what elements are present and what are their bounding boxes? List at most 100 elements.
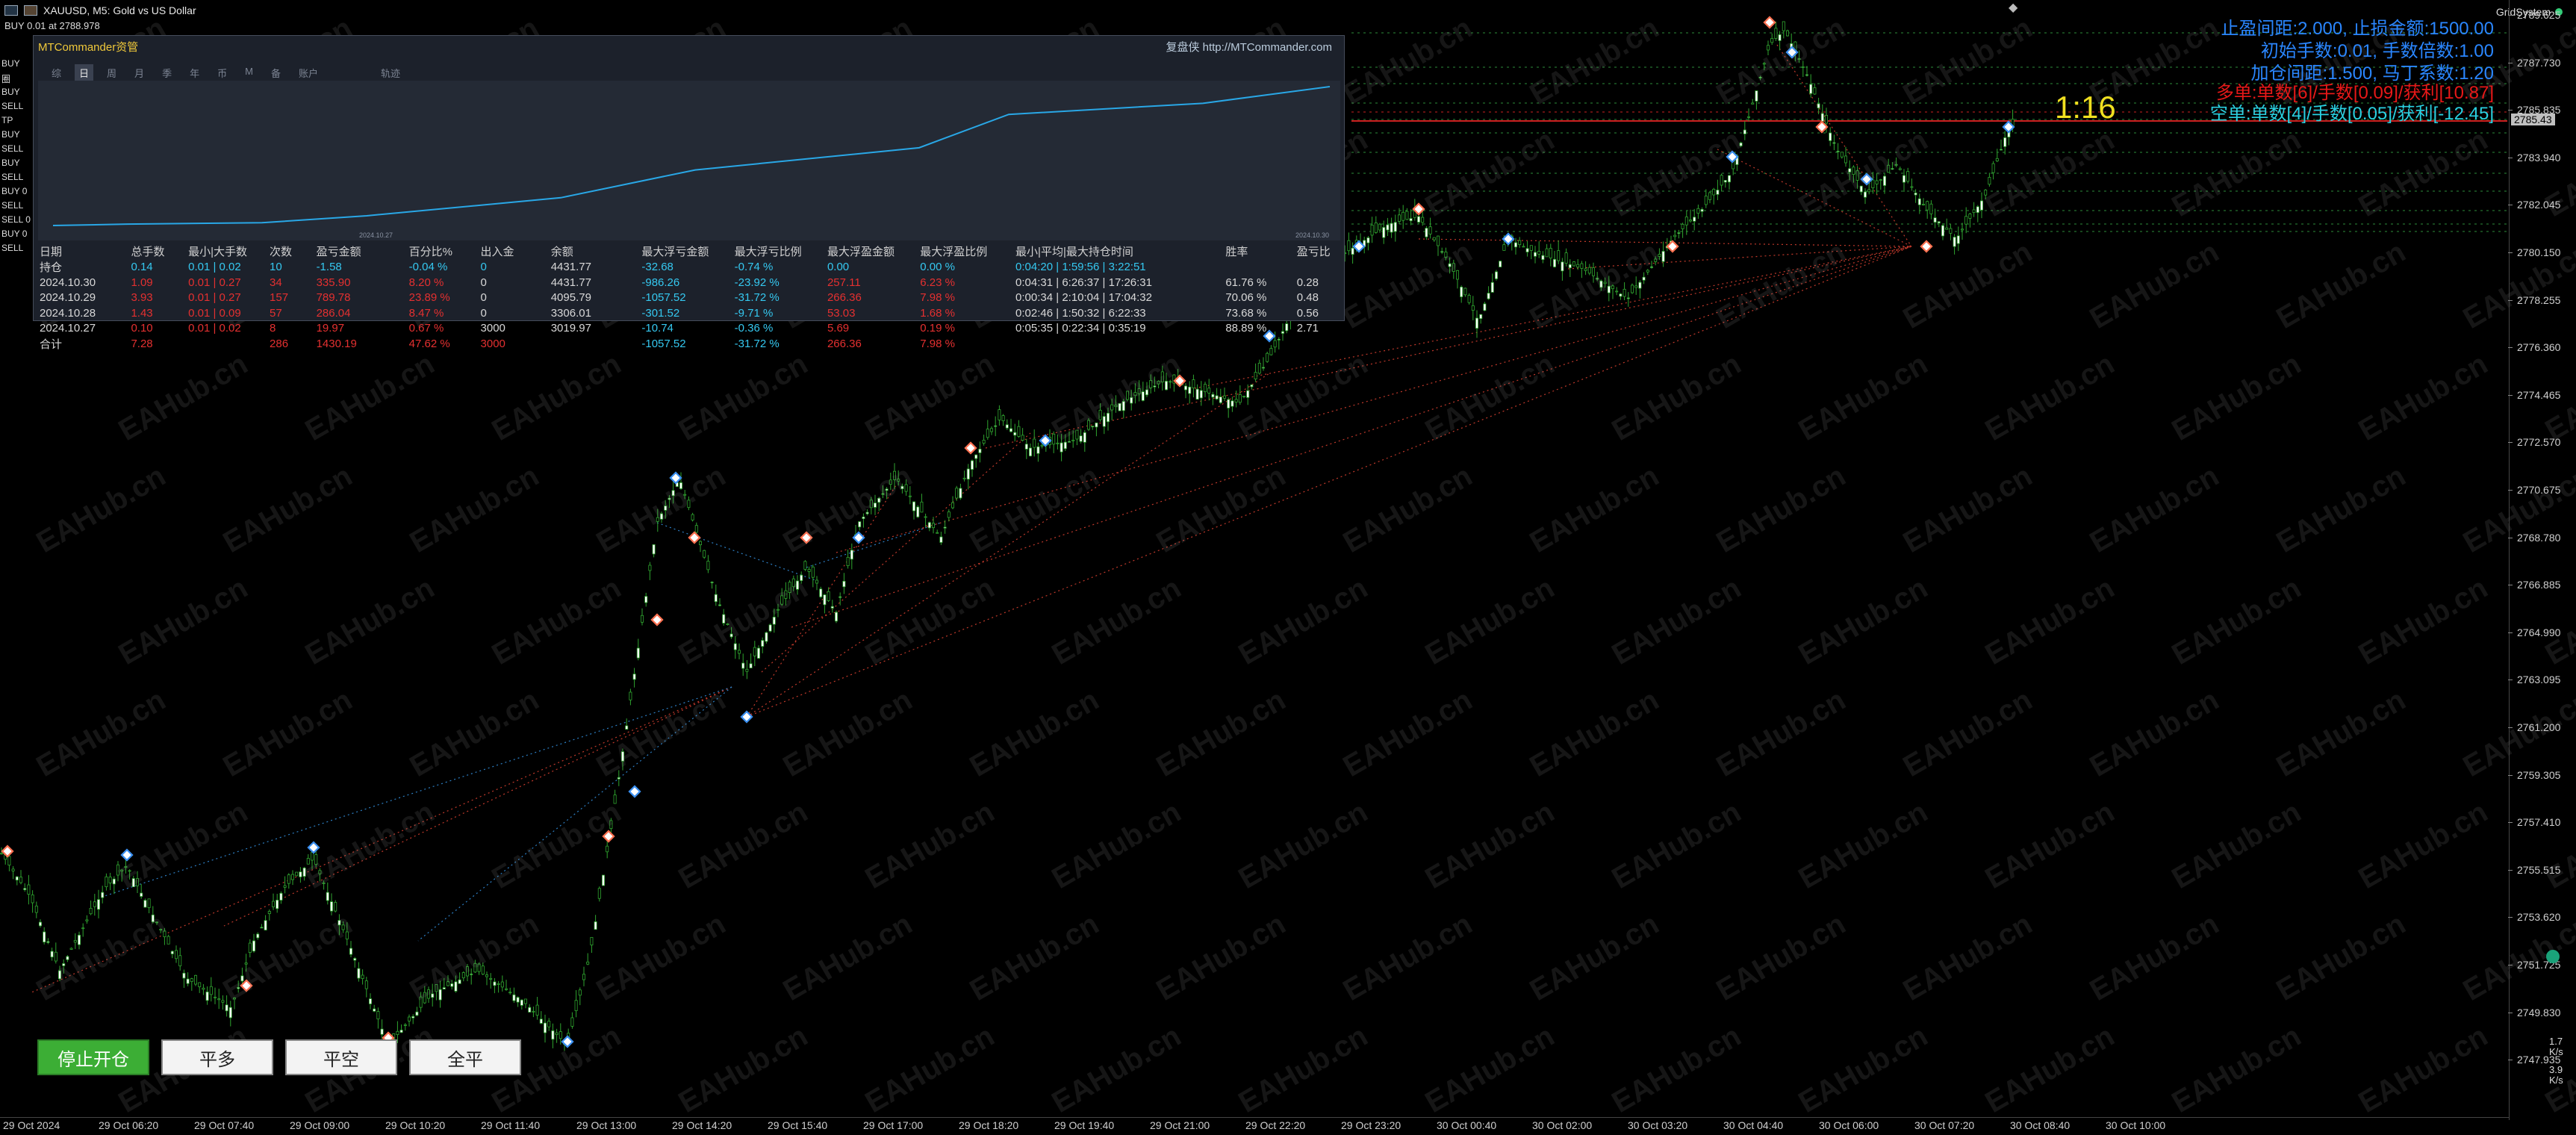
panel-tab[interactable]: 周 <box>102 64 121 81</box>
candle-body <box>703 550 706 558</box>
candle-body <box>1428 226 1432 234</box>
candle-body <box>1040 444 1044 447</box>
candle-body <box>1824 114 1828 124</box>
candle-body <box>1774 28 1778 40</box>
candle-body <box>606 845 609 853</box>
order-marker[interactable] <box>688 531 701 544</box>
chart-window-icon[interactable] <box>4 5 18 16</box>
candle-body <box>827 591 830 601</box>
panel-tab[interactable]: 币 <box>213 64 231 81</box>
price-tick-label: 2759.305 <box>2507 768 2561 781</box>
table-cell: 6.23 % <box>920 276 955 289</box>
panel-tab[interactable]: 日 <box>75 64 94 81</box>
shift-marker-icon[interactable]: ◆ <box>2009 0 2017 15</box>
panel-tab[interactable]: 轨迹 <box>376 64 405 81</box>
order-marker[interactable] <box>1763 16 1776 29</box>
table-cell: 1.43 <box>131 306 153 320</box>
order-marker[interactable] <box>1 845 14 858</box>
candle-body <box>1785 30 1789 37</box>
price-tick-label: 2749.830 <box>2507 1006 2561 1019</box>
curve-date-end: 2024.10.30 <box>1295 231 1329 239</box>
candle-body <box>19 877 22 883</box>
mtcommander-panel[interactable]: MTCommander资管 复盘侠 http://MTCommander.com… <box>33 35 1345 351</box>
panel-tab[interactable]: 年 <box>185 64 204 81</box>
candle-body <box>1945 227 1949 230</box>
order-marker[interactable] <box>852 531 865 544</box>
candle-body <box>147 898 151 908</box>
candle-body <box>578 989 582 996</box>
candle-body <box>741 662 745 669</box>
table-cell: 7.98 % <box>920 291 955 305</box>
candle-body <box>1409 218 1413 222</box>
candle-body <box>710 582 714 583</box>
time-tick-label: 29 Oct 07:40 <box>194 1119 255 1131</box>
candle-body <box>959 488 962 499</box>
stop-opening-button[interactable]: 停止开仓 <box>37 1039 149 1075</box>
candle-body <box>629 691 632 700</box>
candle-body <box>544 1022 547 1033</box>
candle-body <box>586 961 590 965</box>
table-cell: 7.98 % <box>920 338 955 350</box>
order-marker[interactable] <box>628 785 641 798</box>
candle-body <box>524 998 528 1004</box>
candle-body <box>252 940 255 952</box>
candle-body <box>508 992 512 994</box>
candle-body <box>357 968 361 979</box>
close-all-button[interactable]: 全平 <box>409 1039 521 1075</box>
price-axis[interactable]: 2789.625 2787.730 2785.835 2783.940 2782.045… <box>2507 0 2576 1120</box>
candle-body <box>916 506 920 517</box>
candle-body <box>2003 137 2007 147</box>
panel-tab[interactable]: M <box>240 64 258 81</box>
candle-body <box>1580 263 1584 269</box>
close-short-button[interactable]: 平空 <box>285 1039 397 1075</box>
table-cell <box>1222 259 1293 275</box>
panel-tab[interactable]: 备 <box>267 64 285 81</box>
candle-body <box>1195 388 1199 400</box>
order-marker[interactable] <box>1666 240 1679 253</box>
candle-body <box>998 409 1001 420</box>
table-row: 2024.10.29 3.93 0.01 | 0.27 157 789.78 23.89 … <box>37 290 1343 306</box>
panel-tab[interactable]: 月 <box>130 64 149 81</box>
candle-body <box>361 974 364 979</box>
candle-body <box>221 1000 225 1003</box>
table-cell: 0:00:34 | 2:10:04 | 17:04:32 <box>1015 291 1152 305</box>
close-long-button[interactable]: 平多 <box>161 1039 273 1075</box>
column-header: 最大浮亏金额 <box>641 246 709 258</box>
candle-body <box>1638 282 1642 289</box>
balance-line <box>52 86 1331 226</box>
candle-body <box>408 1016 411 1022</box>
order-marker[interactable] <box>1920 240 1933 253</box>
candle-body <box>1250 385 1254 388</box>
table-cell: 34 <box>270 276 282 289</box>
candle-body <box>34 905 38 913</box>
order-marker[interactable] <box>740 710 753 724</box>
candle-body <box>1405 211 1409 220</box>
order-marker[interactable] <box>307 841 320 854</box>
replay-link[interactable]: 复盘侠 http://MTCommander.com <box>1166 39 1332 55</box>
table-cell: 286 <box>270 338 289 350</box>
candle-body <box>982 439 986 444</box>
candle-body <box>1677 232 1681 234</box>
candle-body <box>295 871 299 877</box>
candle-body <box>500 981 504 988</box>
table-cell: 335.90 <box>316 276 351 289</box>
panel-tab[interactable]: 账户 <box>294 64 323 81</box>
candle-body <box>1009 428 1013 432</box>
table-cell: 266.36 <box>827 338 862 350</box>
time-axis[interactable]: 29 Oct 2024 29 Oct 06:20 29 Oct 07:40 29 Oc… <box>0 1117 2509 1135</box>
order-marker[interactable] <box>964 441 977 455</box>
panel-tab[interactable]: 综 <box>47 64 66 81</box>
trade-label: SELL 0 <box>1 214 31 225</box>
candle-body <box>11 868 15 871</box>
candle-body <box>260 927 264 929</box>
candle-body <box>559 1031 562 1039</box>
candle-body <box>1390 223 1393 233</box>
panel-tab[interactable]: 季 <box>158 64 176 81</box>
price-tick-label: 2753.620 <box>2507 911 2561 924</box>
candle-body <box>415 1011 419 1016</box>
order-marker[interactable] <box>650 613 664 626</box>
candle-body <box>1813 87 1817 95</box>
candle-body <box>1219 397 1222 403</box>
candle-body <box>108 877 112 883</box>
candle-body <box>644 596 648 603</box>
